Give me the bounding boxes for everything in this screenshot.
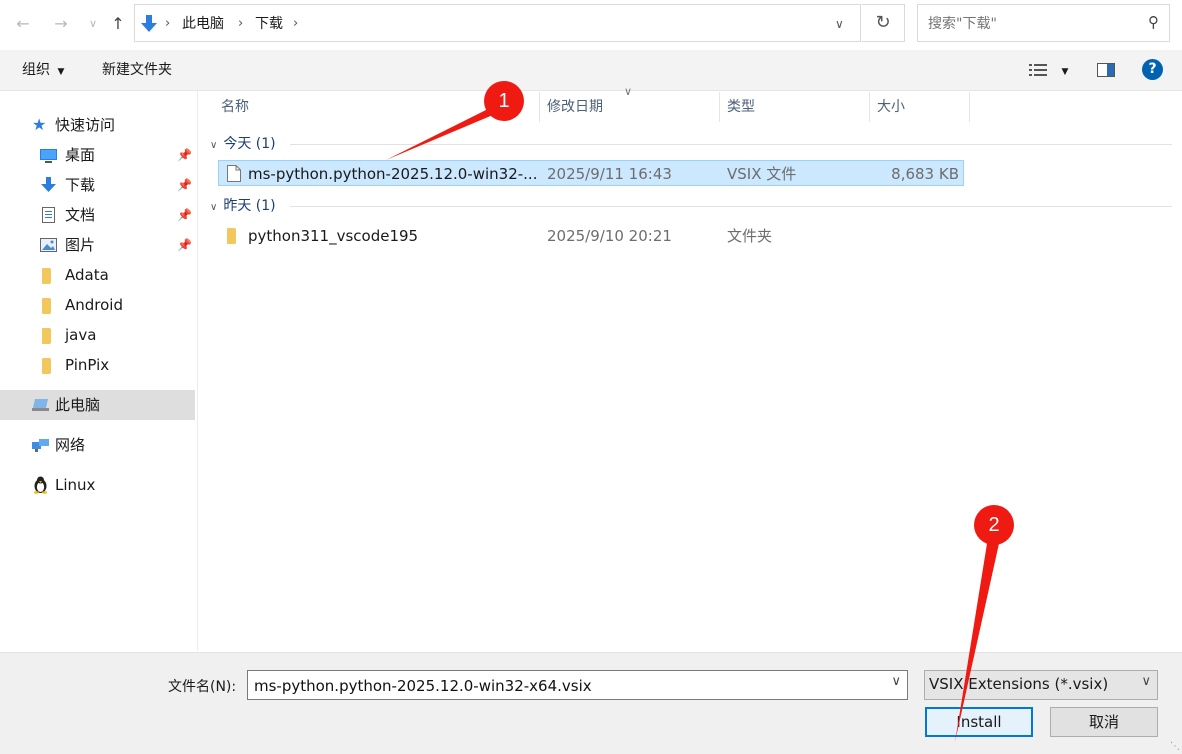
- annotation-arrow-2-shape: [955, 525, 1002, 742]
- annotation-badge-2: 2: [974, 505, 1014, 545]
- annotation-arrow-1: [386, 100, 1002, 742]
- annotation-badge-1: 1: [484, 81, 524, 121]
